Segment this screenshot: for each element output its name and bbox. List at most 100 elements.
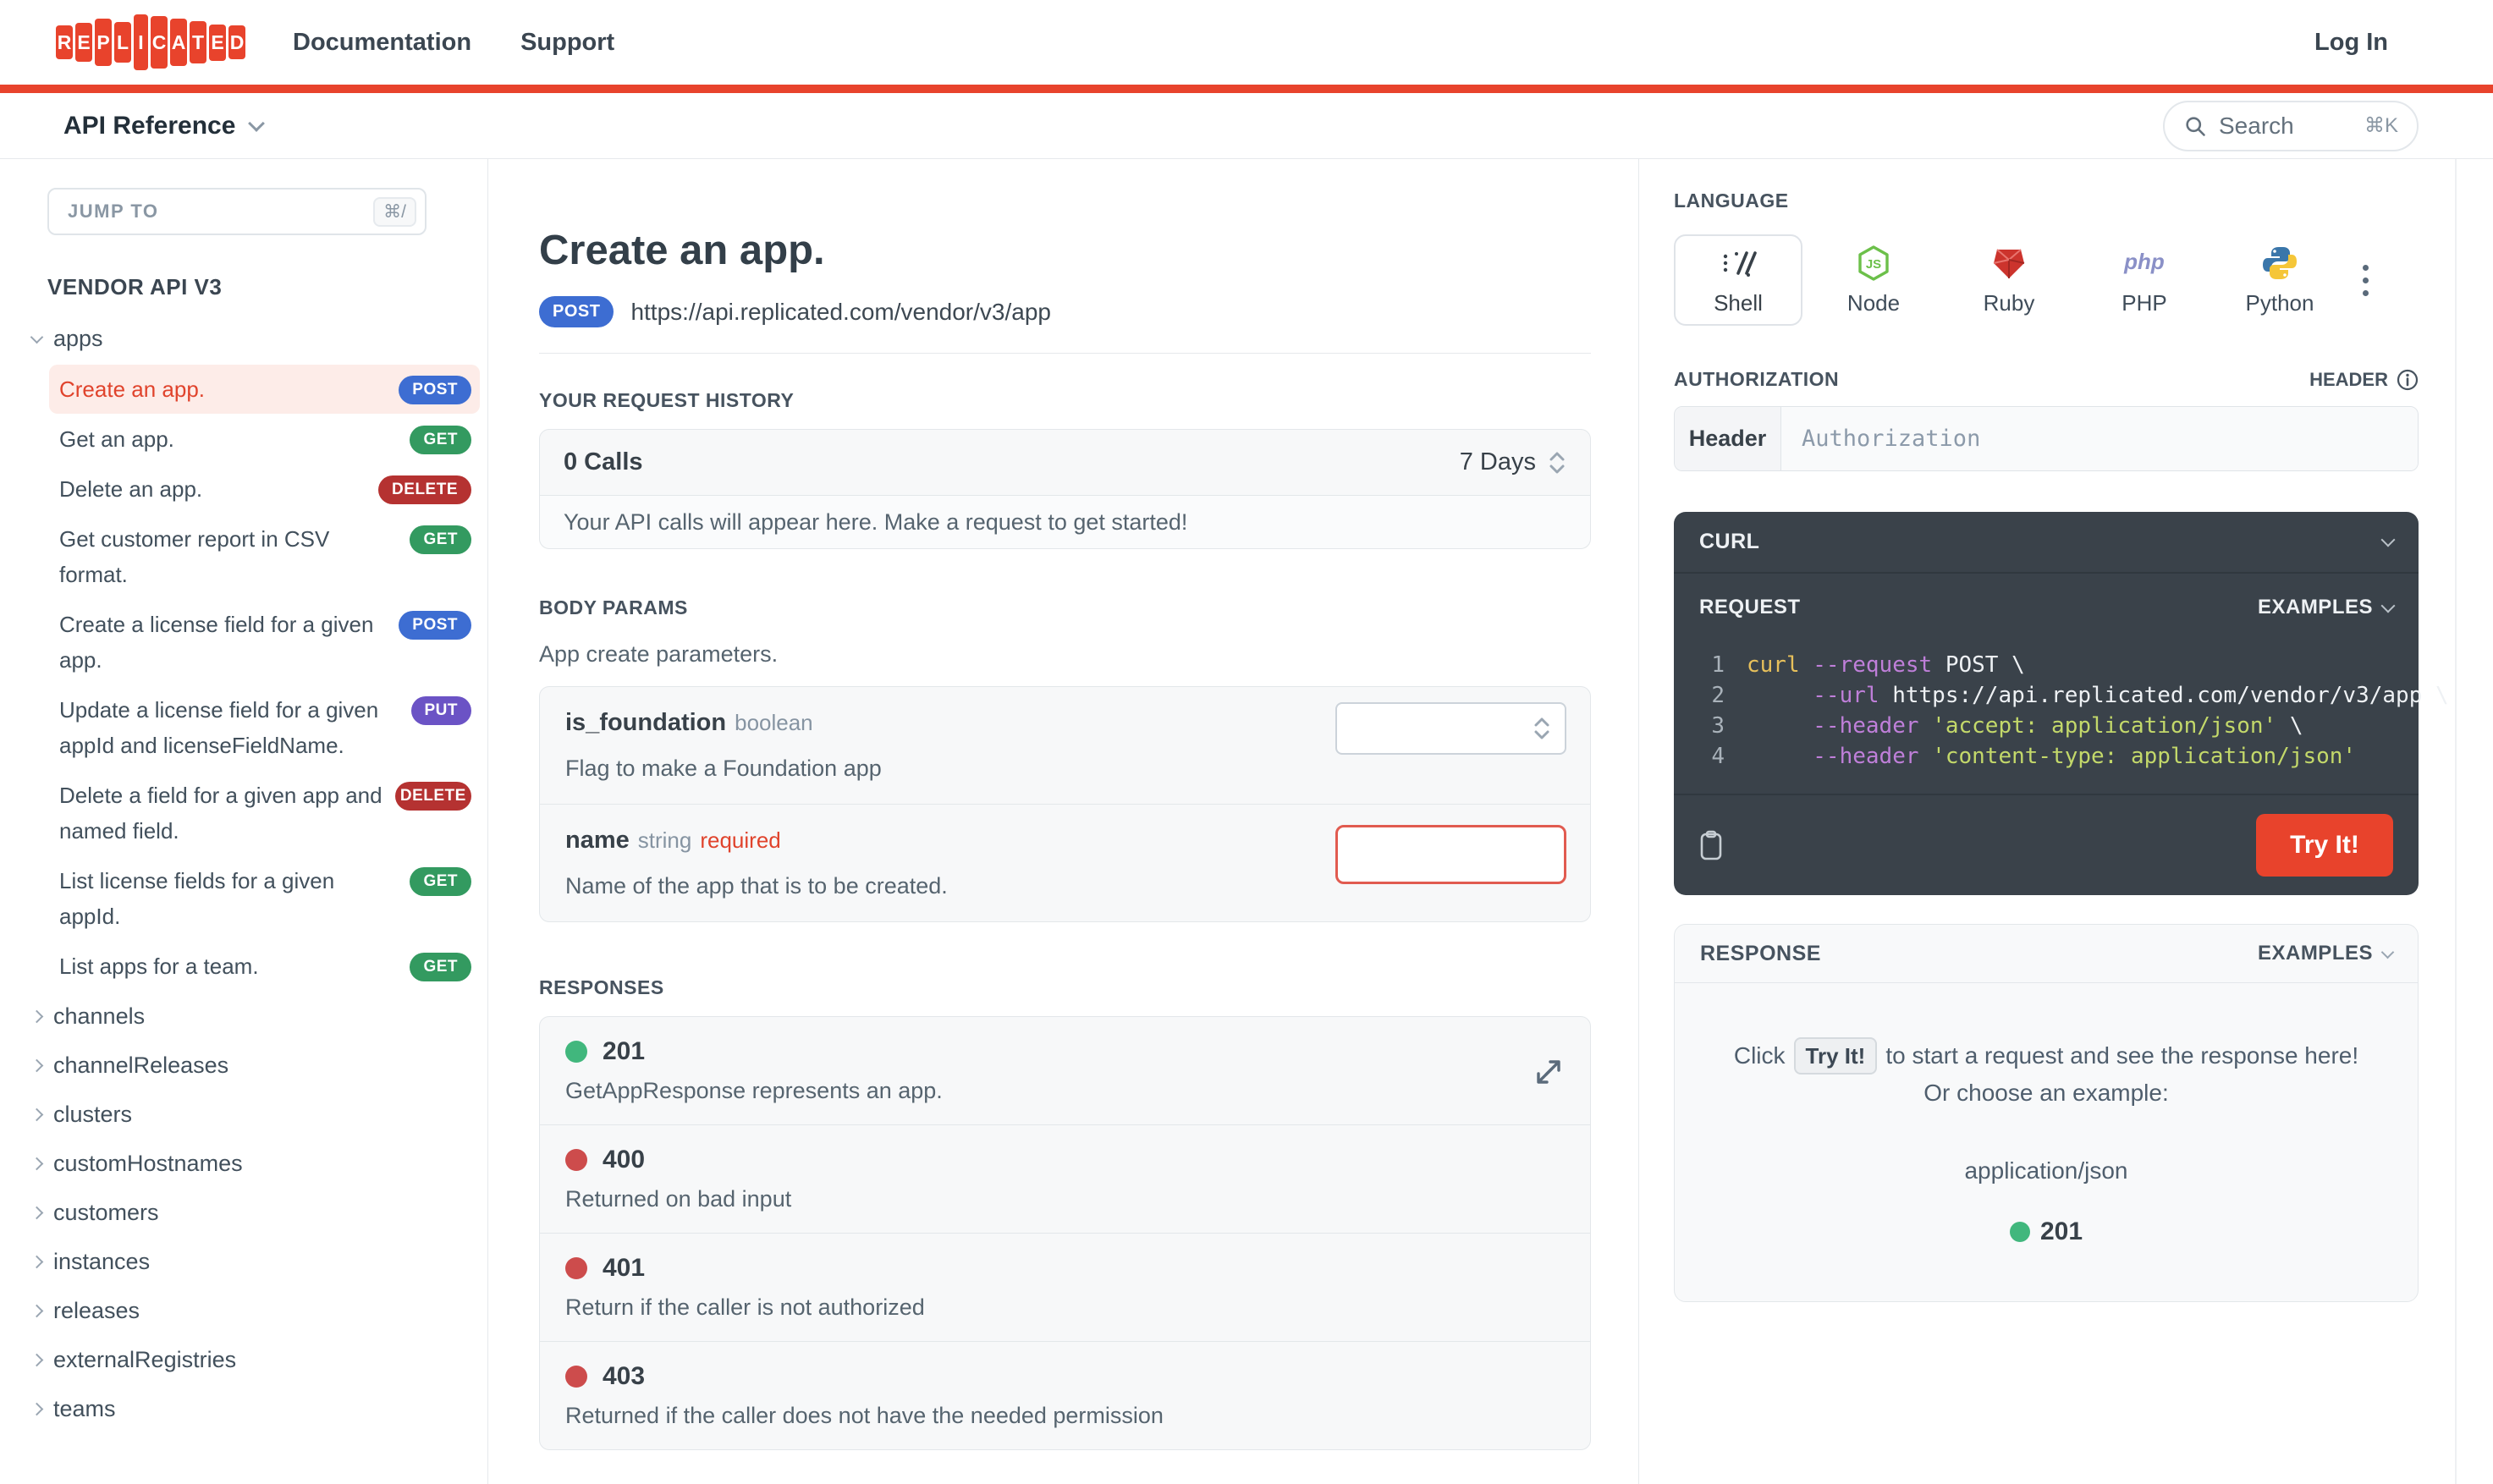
method-badge-get: GET: [410, 525, 471, 554]
api-reference-label: API Reference: [63, 111, 236, 140]
log-in-button[interactable]: Log In: [2314, 29, 2388, 57]
chevron-down-icon: [30, 330, 44, 344]
response-row-201[interactable]: 201 GetAppResponse represents an app.: [540, 1017, 1590, 1125]
language-option-php[interactable]: php PHP: [2080, 234, 2209, 326]
sidebar-group-apps[interactable]: apps: [30, 314, 480, 363]
sidebar-group-channels[interactable]: channels: [30, 992, 480, 1041]
responses-card: 201 GetAppResponse represents an app. 40…: [539, 1016, 1591, 1450]
success-dot: [2009, 1222, 2030, 1242]
code-line: 4 --header 'content-type: application/js…: [1711, 744, 2357, 769]
copy-icon[interactable]: [1699, 830, 1723, 860]
example-content-type: application/json: [1964, 1157, 2128, 1184]
chevron-down-icon: [2380, 532, 2396, 547]
sidebar-group-instances[interactable]: instances: [30, 1237, 480, 1286]
response-examples-dropdown[interactable]: EXAMPLES: [2258, 942, 2395, 965]
api-reference-dropdown[interactable]: API Reference: [63, 111, 266, 140]
language-option-ruby[interactable]: Ruby: [1945, 234, 2073, 326]
nav-link-support[interactable]: Support: [520, 29, 614, 57]
python-icon: [2261, 245, 2298, 282]
try-it-button[interactable]: Try It!: [2256, 814, 2393, 877]
try-it-panel: LANGUAGE Shell JS Node Ruby php PHP Pyth…: [1638, 159, 2493, 1484]
logo-letter: C: [151, 16, 168, 69]
param-name: name: [565, 827, 630, 854]
method-badge-post: POST: [539, 296, 614, 327]
range-selector[interactable]: 7 Days: [1460, 448, 1566, 476]
response-row-400[interactable]: 400 Returned on bad input: [540, 1125, 1590, 1234]
sidebar-item-delete-an-app[interactable]: Delete an app. DELETE: [49, 464, 480, 514]
logo-letter: P: [95, 19, 112, 66]
request-history-heading: YOUR REQUEST HISTORY: [539, 389, 795, 411]
curl-code-block[interactable]: 1 curl --request POST \ 2 --url https://a…: [1674, 619, 2448, 794]
name-param-input[interactable]: [1335, 825, 1566, 884]
chevron-right-icon: [30, 1157, 44, 1170]
language-selector: Shell JS Node Ruby php PHP Python: [1674, 234, 2419, 326]
info-icon[interactable]: [2397, 369, 2419, 391]
more-languages-button[interactable]: [2363, 264, 2369, 296]
request-label: REQUEST: [1699, 596, 1801, 618]
logo-letter: I: [134, 14, 148, 70]
authorization-row: AUTHORIZATION HEADER: [1674, 368, 2419, 391]
language-option-node[interactable]: JS Node: [1809, 234, 1938, 326]
sidebar-item-delete-field[interactable]: Delete a field for a given app and named…: [49, 771, 480, 855]
sidebar-group-externalregistries[interactable]: externalRegistries: [30, 1335, 480, 1384]
chevron-right-icon: [30, 1402, 44, 1415]
sidebar-item-update-license-field[interactable]: Update a license field for a given appId…: [49, 685, 480, 770]
code-line: 3 --header 'accept: application/json' \: [1711, 713, 2303, 739]
curl-footer: Try It!: [1674, 794, 2419, 895]
search-icon: [2186, 116, 2205, 136]
authorization-heading: AUTHORIZATION: [1674, 368, 1840, 390]
success-dot: [565, 1041, 587, 1063]
sidebar-item-list-license-fields[interactable]: List license fields for a given appId. G…: [49, 856, 480, 941]
response-card: RESPONSE EXAMPLES Click Try It! to start a…: [1674, 924, 2419, 1302]
error-dot: [565, 1366, 587, 1388]
authorization-input[interactable]: [1781, 407, 2418, 470]
sidebar-item-create-an-app[interactable]: Create an app. POST: [49, 365, 480, 414]
search-input[interactable]: Search ⌘K: [2163, 100, 2419, 151]
sidebar-item-get-an-app[interactable]: Get an app. GET: [49, 415, 480, 464]
response-row-401[interactable]: 401 Return if the caller is not authoriz…: [540, 1234, 1590, 1342]
sidebar-item-list-apps[interactable]: List apps for a team. GET: [49, 942, 480, 991]
page-title: Create an app.: [539, 228, 825, 273]
error-dot: [565, 1149, 587, 1171]
authorization-input-group: Header: [1674, 406, 2419, 471]
sidebar-group-teams[interactable]: teams: [30, 1384, 480, 1433]
svg-text:php: php: [2123, 249, 2165, 274]
sidebar-group-customers[interactable]: customers: [30, 1188, 480, 1237]
curl-collapse-header[interactable]: CURL: [1674, 512, 2419, 574]
is-foundation-select[interactable]: [1335, 702, 1566, 755]
replicated-logo[interactable]: R E P L I C A T E D: [56, 14, 245, 70]
sidebar-item-create-license-field[interactable]: Create a license field for a given app. …: [49, 600, 480, 684]
request-header-row: REQUEST EXAMPLES: [1674, 574, 2419, 619]
choose-example-hint: Or choose an example:: [1923, 1080, 2169, 1106]
chevron-right-icon: [30, 1206, 44, 1219]
language-option-python[interactable]: Python: [2215, 234, 2344, 326]
request-history-card: 0 Calls 7 Days Your API calls will appea…: [539, 429, 1591, 549]
chevron-right-icon: [30, 1353, 44, 1366]
request-examples-dropdown[interactable]: EXAMPLES: [2258, 596, 2396, 619]
main-content: Create an app. POST https://api.replicat…: [539, 159, 1591, 1450]
jump-to-button[interactable]: JUMP TO ⌘/: [47, 188, 427, 235]
chevron-right-icon: [30, 1304, 44, 1317]
response-row-403[interactable]: 403 Returned if the caller does not have…: [540, 1342, 1590, 1449]
sidebar-group-channelreleases[interactable]: channelReleases: [30, 1041, 480, 1090]
sidebar-item-get-customer-report[interactable]: Get customer report in CSV format. GET: [49, 514, 480, 599]
method-badge-get: GET: [410, 867, 471, 896]
sidebar: JUMP TO ⌘/ VENDOR API V3 apps Create an …: [0, 159, 488, 1484]
jump-to-shortcut: ⌘/: [373, 196, 416, 227]
try-it-chip[interactable]: Try It!: [1793, 1037, 1878, 1075]
expand-icon[interactable]: [1534, 1058, 1563, 1086]
language-option-shell[interactable]: Shell: [1674, 234, 1802, 326]
sidebar-group-releases[interactable]: releases: [30, 1286, 480, 1335]
search-shortcut: ⌘K: [2364, 114, 2398, 137]
sidebar-apps-items: Create an app. POST Get an app. GET Dele…: [47, 365, 480, 991]
scrollbar-track[interactable]: [2455, 159, 2457, 1484]
nav-links: Documentation Support: [293, 29, 614, 57]
endpoint-url: https://api.replicated.com/vendor/v3/app: [630, 298, 1051, 325]
example-201-link[interactable]: 201: [1709, 1213, 2384, 1250]
sidebar-group-clusters[interactable]: clusters: [30, 1090, 480, 1139]
method-badge-get: GET: [410, 426, 471, 454]
chevron-down-icon: [2380, 598, 2396, 613]
nav-link-documentation[interactable]: Documentation: [293, 29, 471, 57]
sidebar-group-customhostnames[interactable]: customHostnames: [30, 1139, 480, 1188]
curl-card: CURL REQUEST EXAMPLES 1 curl --request PO…: [1674, 512, 2449, 895]
